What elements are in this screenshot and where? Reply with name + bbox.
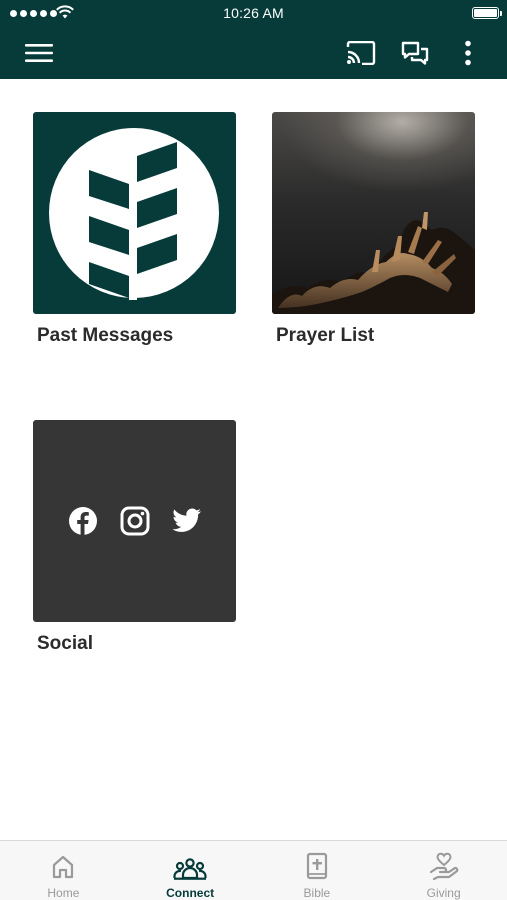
tab-label: Giving: [426, 886, 461, 900]
tile-social[interactable]: Social: [33, 420, 236, 655]
tile-label: Prayer List: [276, 325, 375, 346]
tab-connect[interactable]: Connect: [127, 841, 254, 900]
menu-button[interactable]: [18, 27, 60, 79]
tab-giving[interactable]: Giving: [380, 841, 507, 900]
people-group-icon: [173, 858, 207, 880]
home-icon: [53, 855, 74, 879]
cast-button[interactable]: [340, 27, 382, 79]
status-time: 10:26 AM: [223, 5, 284, 21]
status-bar: 10:26 AM: [0, 0, 507, 27]
instagram-icon: [120, 506, 149, 536]
app-toolbar: [0, 27, 507, 79]
tile-label: Social: [37, 633, 93, 654]
chat-bubbles-icon: [401, 41, 429, 65]
chat-button[interactable]: [394, 27, 436, 79]
tab-label: Bible: [303, 886, 331, 900]
battery-icon: [472, 7, 502, 19]
giving-heart-hand-icon: [429, 852, 458, 880]
tab-bible[interactable]: Bible: [254, 841, 381, 900]
bible-icon: [306, 852, 327, 880]
hamburger-menu-icon: [25, 44, 53, 62]
twitter-icon: [171, 508, 201, 532]
more-options-button[interactable]: [448, 27, 488, 79]
tile-label: Past Messages: [37, 325, 174, 346]
tab-label: Connect: [166, 886, 215, 900]
church-logo: [33, 112, 236, 314]
bottom-tab-bar: Home Connect Bible Giving: [0, 840, 507, 900]
tile-prayer-list[interactable]: Prayer List: [272, 112, 475, 347]
tile-past-messages[interactable]: Past Messages: [33, 112, 236, 347]
facebook-icon: [68, 507, 97, 535]
tab-label: Home: [47, 886, 80, 900]
raised-hands-photo: [272, 112, 475, 314]
tab-home[interactable]: Home: [0, 841, 127, 900]
more-vertical-icon: [465, 40, 471, 66]
cast-icon: [346, 41, 376, 65]
social-icons-panel: [33, 420, 236, 622]
